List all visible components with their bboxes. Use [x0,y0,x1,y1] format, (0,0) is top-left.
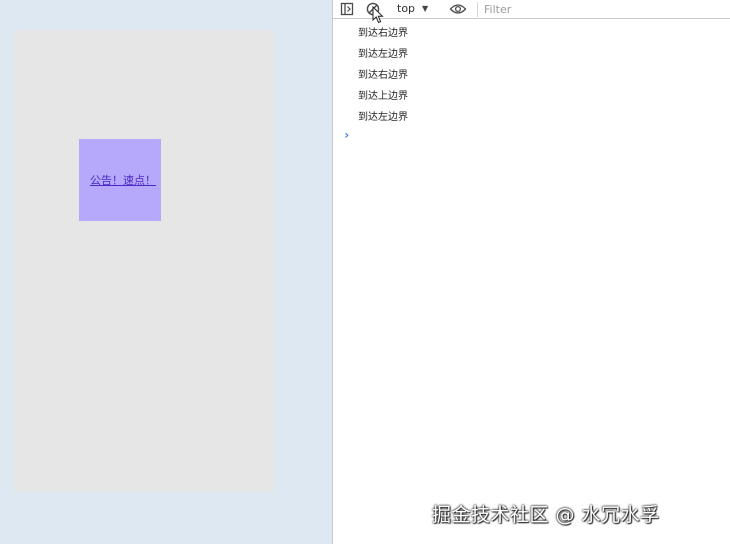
console-prompt-icon[interactable]: › [343,128,350,142]
devtools-console-panel: top ▼ 到达右边界 到达左边界 到达右边界 到达上边界 到达左边界 › [332,0,730,544]
console-messages: 到达右边界 到达左边界 到达右边界 到达上边界 到达左边界 [333,23,730,128]
console-message: 到达左边界 [358,49,408,60]
context-label: top [397,2,416,15]
context-selector[interactable]: top ▼ [397,2,428,16]
console-message: 到达左边界 [358,112,408,123]
mouse-cursor-icon [372,6,384,24]
sidebar-toggle-icon[interactable] [340,2,354,16]
toolbar-divider [477,2,478,17]
filter-input[interactable] [479,1,729,17]
eye-icon[interactable] [449,2,467,16]
ad-link[interactable]: 公告！速点！ [90,172,156,188]
console-message: 到达右边界 [358,70,408,81]
console-message: 到达右边界 [358,28,408,39]
watermark: 掘金技术社区 @ 水冗水孚 [432,504,660,526]
console-message: 到达上边界 [358,91,408,102]
page-body [14,30,274,492]
console-toolbar: top ▼ [333,0,730,19]
floating-ad-box[interactable]: 公告！速点！ [79,139,161,221]
page-preview: 公告！速点！ [0,0,332,544]
caret-down-icon: ▼ [422,4,429,13]
